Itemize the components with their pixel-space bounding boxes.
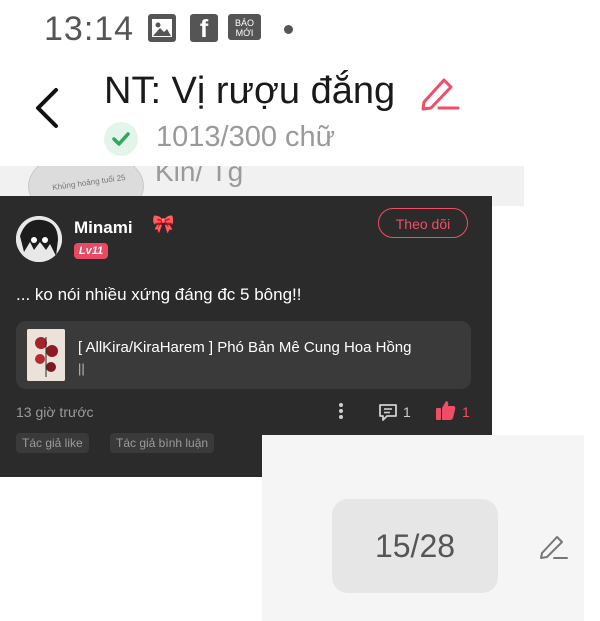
more-options-icon[interactable] xyxy=(337,402,345,422)
tag-author-comment: Tác giả bình luận xyxy=(110,433,215,453)
like-icon[interactable] xyxy=(435,399,457,421)
story-title: [ AllKira/KiraHarem ] Phó Bản Mê Cung Ho… xyxy=(78,339,412,356)
tag-author-like: Tác giả like xyxy=(16,433,89,453)
status-time: 13:14 xyxy=(44,10,135,48)
edit-title-icon[interactable] xyxy=(418,72,460,112)
facebook-icon: f xyxy=(190,14,218,43)
baomoi-icon: BÁO MỚI xyxy=(228,14,261,40)
baomoi-line-2: MỚI xyxy=(235,28,254,38)
story-subtitle: || xyxy=(78,361,85,376)
avatar[interactable] xyxy=(16,216,62,262)
comment-text: ... ko nói nhiều xứng đáng đc 5 bông!! xyxy=(16,285,302,304)
reply-count: 1 xyxy=(403,404,411,420)
follow-button[interactable]: Theo dõi xyxy=(378,208,468,238)
gallery-icon xyxy=(148,14,176,42)
baomoi-line-1: BÁO xyxy=(234,18,254,28)
page-counter[interactable]: 15/28 xyxy=(332,499,498,593)
notification-dot-icon xyxy=(284,25,293,34)
story-link-card[interactable]: [ AllKira/KiraHarem ] Phó Bản Mê Cung Ho… xyxy=(16,321,471,389)
comment-time: 13 giờ trước xyxy=(16,404,94,420)
background-card-text: Kin/ Tg xyxy=(155,166,244,187)
page-title: NT: Vị rượu đắng xyxy=(104,70,396,112)
bow-icon: 🎀 xyxy=(152,214,175,234)
username[interactable]: Minami xyxy=(74,218,133,238)
reply-icon[interactable] xyxy=(378,402,398,422)
level-badge: Lv11 xyxy=(74,243,108,259)
page-counter-panel: 15/28 xyxy=(262,435,584,621)
word-count: 1013/300 chữ xyxy=(156,121,336,153)
like-count: 1 xyxy=(462,404,470,420)
story-cover-image xyxy=(27,329,65,381)
check-icon xyxy=(104,122,138,156)
edit-icon[interactable] xyxy=(538,531,568,561)
back-button[interactable] xyxy=(30,86,66,130)
